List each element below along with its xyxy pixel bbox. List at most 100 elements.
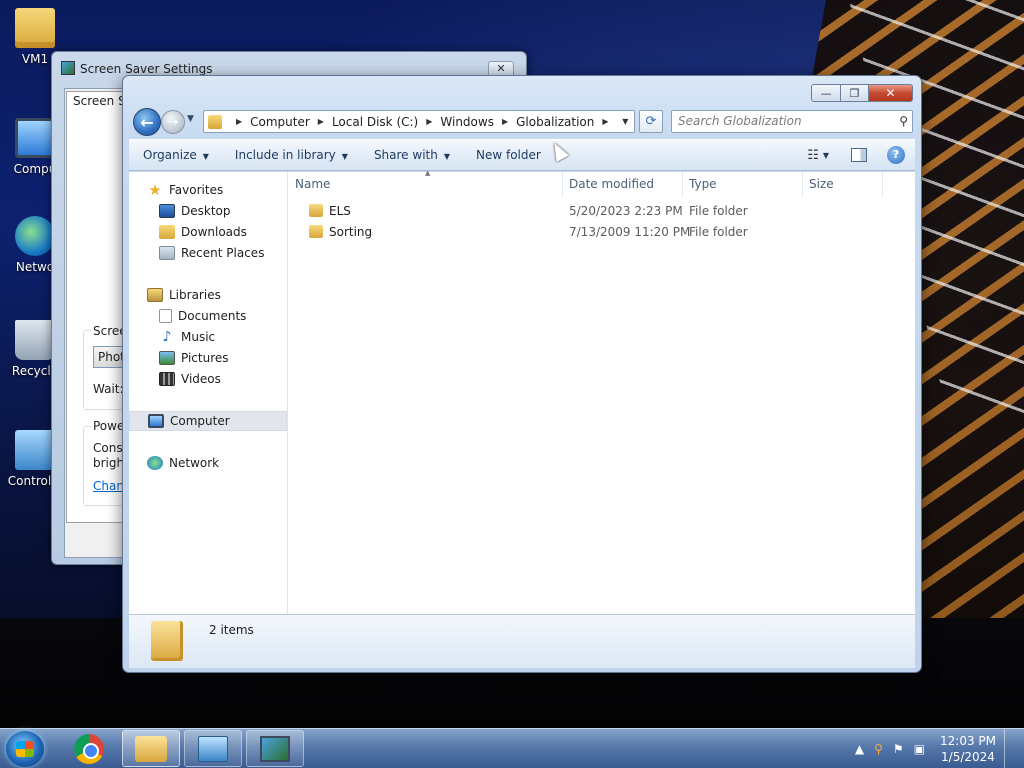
- network-globe-icon: [15, 216, 55, 256]
- address-bar[interactable]: ▶ Computer ▶ Local Disk (C:) ▶ Windows ▶…: [203, 110, 635, 133]
- nav-recent-places[interactable]: Recent Places: [129, 243, 287, 263]
- nav-item-label: Computer: [170, 414, 230, 428]
- table-row[interactable]: Sorting 7/13/2009 11:20 PM File folder: [289, 222, 909, 243]
- clock-date: 1/5/2024: [941, 750, 995, 764]
- breadcrumb-local-disk[interactable]: Local Disk (C:): [332, 115, 418, 129]
- nav-music[interactable]: ♪ Music: [129, 327, 287, 347]
- chevron-down-icon: ▼: [202, 152, 209, 161]
- nav-item-label: Music: [181, 330, 216, 344]
- chevron-down-icon: ▼: [443, 152, 450, 161]
- folder-icon: [309, 225, 323, 238]
- share-with-button[interactable]: Share with ▼: [360, 148, 462, 162]
- nav-pictures[interactable]: Pictures: [129, 348, 287, 368]
- explorer-window[interactable]: — ❐ ✕ ← → ▼ ▶ Computer ▶ Local Disk (C:)…: [122, 75, 922, 673]
- nav-libraries[interactable]: Libraries: [129, 285, 287, 305]
- breadcrumb-separator[interactable]: ▶: [602, 117, 608, 126]
- action-center-flag-icon[interactable]: ⚑: [893, 742, 904, 756]
- music-note-icon: ♪: [162, 329, 172, 345]
- breadcrumb-separator[interactable]: ▶: [502, 117, 508, 126]
- maximize-button[interactable]: ❐: [841, 84, 869, 102]
- taskbar-control-panel[interactable]: [184, 730, 242, 767]
- refresh-button[interactable]: ⟳: [639, 110, 663, 133]
- recent-pages-dropdown[interactable]: ▼: [187, 114, 194, 124]
- command-bar: Organize ▼ Include in library ▼ Share with…: [129, 139, 915, 171]
- column-header-date-modified[interactable]: Date modified: [563, 172, 683, 196]
- nav-item-label: Videos: [181, 372, 221, 386]
- breadcrumb-computer[interactable]: Computer: [250, 115, 310, 129]
- navigation-pane: ★ Favorites Desktop Downloads Recent Pla…: [129, 172, 288, 614]
- address-history-dropdown[interactable]: ▼: [617, 117, 634, 126]
- file-type: File folder: [689, 204, 748, 218]
- recycle-bin-icon: [15, 320, 55, 360]
- breadcrumb-windows[interactable]: Windows: [440, 115, 494, 129]
- libraries-icon: [147, 288, 163, 302]
- nav-network[interactable]: Network: [129, 453, 287, 473]
- close-button[interactable]: ✕: [869, 84, 913, 102]
- breadcrumb-separator[interactable]: ▶: [318, 117, 324, 126]
- taskbar-chrome[interactable]: [60, 730, 118, 767]
- control-panel-icon: [198, 735, 228, 762]
- search-icon[interactable]: ⚲: [899, 114, 908, 128]
- view-options-dropdown[interactable]: ▼: [823, 151, 829, 160]
- folder-icon: [208, 114, 222, 129]
- column-header-name[interactable]: Name ▲: [289, 169, 563, 196]
- wait-label: Wait:: [93, 382, 124, 396]
- nav-item-label: Desktop: [181, 204, 231, 218]
- view-controls: ☷ ▼ ?: [807, 146, 915, 164]
- clock[interactable]: 12:03 PM 1/5/2024: [940, 733, 996, 765]
- preview-pane-icon[interactable]: [851, 148, 867, 162]
- clock-time: 12:03 PM: [940, 734, 996, 748]
- nav-computer[interactable]: Computer: [129, 411, 287, 431]
- help-icon[interactable]: ?: [887, 146, 905, 164]
- show-hidden-icons-arrow-icon[interactable]: ▲: [855, 742, 864, 756]
- downloads-folder-icon: [159, 225, 175, 239]
- file-name: ELS: [329, 204, 351, 218]
- change-view-icon[interactable]: ☷: [807, 148, 819, 163]
- chevron-down-icon: ▼: [341, 152, 348, 161]
- breadcrumb-globalization[interactable]: Globalization: [516, 115, 594, 129]
- include-in-library-button[interactable]: Include in library ▼: [221, 148, 360, 162]
- show-desktop-button[interactable]: [1004, 729, 1016, 768]
- taskbar-windows-explorer[interactable]: [122, 730, 180, 767]
- folder-icon: [309, 204, 323, 217]
- search-input[interactable]: Search Globalization ⚲: [671, 110, 913, 133]
- desktop-icon: [159, 204, 175, 218]
- new-folder-button[interactable]: New folder: [462, 148, 553, 162]
- search-placeholder: Search Globalization: [678, 114, 802, 128]
- nav-item-label: Recent Places: [181, 246, 265, 260]
- table-row[interactable]: ELS 5/20/2023 2:23 PM File folder: [289, 201, 909, 222]
- nav-documents[interactable]: Documents: [129, 306, 287, 326]
- nav-item-label: Favorites: [169, 183, 224, 197]
- file-list: Name ▲ Date modified Type Size ELS 5/20/…: [289, 169, 915, 614]
- details-pane: 2 items: [129, 614, 915, 668]
- file-type: File folder: [689, 225, 748, 239]
- organize-label: Organize: [143, 148, 197, 162]
- column-header-type[interactable]: Type: [683, 172, 803, 196]
- column-header-size[interactable]: Size: [803, 172, 883, 196]
- nav-item-label: Network: [169, 456, 220, 470]
- control-panel-icon: [15, 430, 55, 470]
- recent-places-icon: [159, 246, 175, 260]
- sort-ascending-icon: ▲: [425, 169, 431, 177]
- nav-item-label: Libraries: [169, 288, 221, 302]
- forward-button[interactable]: →: [161, 110, 185, 134]
- minimize-button[interactable]: —: [811, 84, 841, 102]
- back-button[interactable]: ←: [133, 108, 161, 136]
- file-date-modified: 7/13/2009 11:20 PM: [569, 225, 691, 239]
- file-name: Sorting: [329, 225, 373, 239]
- navigation-bar: ← → ▼ ▶ Computer ▶ Local Disk (C:) ▶ Win…: [131, 106, 913, 136]
- start-button[interactable]: [6, 731, 44, 767]
- network-status-icon[interactable]: ▣: [914, 742, 925, 756]
- nav-desktop[interactable]: Desktop: [129, 201, 287, 221]
- nav-videos[interactable]: Videos: [129, 369, 287, 389]
- breadcrumb-separator[interactable]: ▶: [236, 117, 242, 126]
- nav-favorites[interactable]: ★ Favorites: [129, 180, 287, 200]
- include-in-library-label: Include in library: [234, 148, 336, 162]
- breadcrumb-separator[interactable]: ▶: [426, 117, 432, 126]
- organize-button[interactable]: Organize ▼: [129, 148, 221, 162]
- taskbar-screen-saver-settings[interactable]: [246, 730, 304, 767]
- search-icon[interactable]: ⚲: [874, 742, 883, 756]
- folder-icon: [15, 8, 55, 48]
- window-title: Screen Saver Settings: [80, 62, 213, 76]
- nav-downloads[interactable]: Downloads: [129, 222, 287, 242]
